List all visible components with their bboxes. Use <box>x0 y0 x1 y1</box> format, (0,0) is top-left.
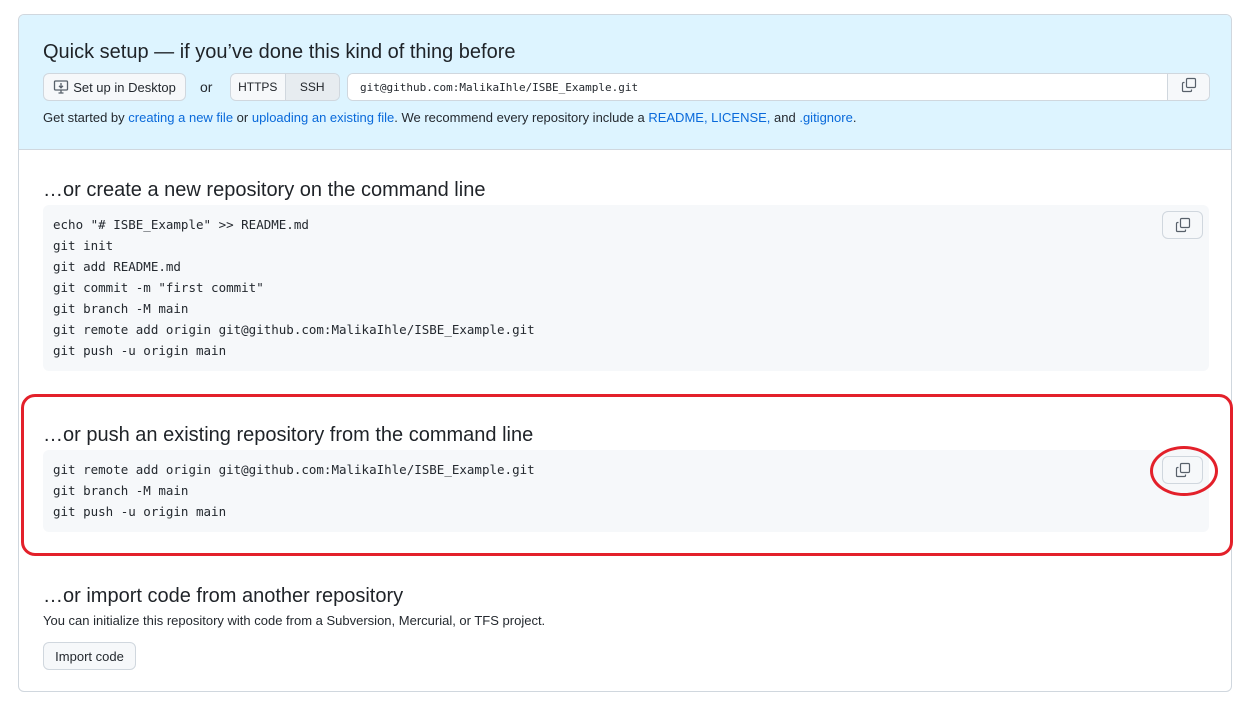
import-description: You can initialize this repository with … <box>43 613 546 628</box>
setup-in-desktop-button[interactable]: Set up in Desktop <box>43 73 186 101</box>
copy-url-button[interactable] <box>1167 74 1209 100</box>
upload-existing-file-link[interactable]: uploading an existing file <box>252 110 394 125</box>
new-repo-code: echo "# ISBE_Example" >> README.md git i… <box>53 217 535 358</box>
push-existing-code: git remote add origin git@github.com:Mal… <box>53 462 535 519</box>
or-label: or <box>200 79 213 95</box>
get-started-suffix: . <box>852 110 857 125</box>
protocol-switch: HTTPS SSH <box>230 73 340 101</box>
import-title: …or import code from another repository <box>43 585 404 607</box>
quick-setup-panel: Quick setup — if you’ve done this kind o… <box>19 15 1231 150</box>
gitignore-link[interactable]: .gitignore <box>799 110 852 125</box>
copy-icon <box>1181 77 1197 98</box>
clone-url-group <box>347 73 1210 101</box>
copy-push-existing-button[interactable] <box>1162 456 1203 484</box>
copy-icon <box>1175 217 1191 233</box>
copy-new-repo-button[interactable] <box>1162 211 1203 239</box>
push-existing-title: …or push an existing repository from the… <box>43 424 534 446</box>
empty-repo-setup-box: Quick setup — if you’ve done this kind o… <box>18 14 1232 692</box>
readme-license-link[interactable]: README, LICENSE, <box>648 110 770 125</box>
import-code-button[interactable]: Import code <box>43 642 136 670</box>
get-started-or: or <box>233 110 252 125</box>
import-code-label: Import code <box>55 648 124 664</box>
new-repo-title: …or create a new repository on the comma… <box>43 179 486 201</box>
push-existing-code-block: git remote add origin git@github.com:Mal… <box>43 450 1209 532</box>
get-started-middle: . We recommend every repository include … <box>394 110 649 125</box>
new-repo-code-block: echo "# ISBE_Example" >> README.md git i… <box>43 205 1209 371</box>
quick-setup-title: Quick setup — if you’ve done this kind o… <box>43 41 516 63</box>
create-new-file-link[interactable]: creating a new file <box>128 110 233 125</box>
get-started-text: Get started by creating a new file or up… <box>43 110 856 125</box>
setup-in-desktop-label: Set up in Desktop <box>73 79 176 95</box>
clone-url-input[interactable] <box>348 74 1168 100</box>
desktop-download-icon <box>53 79 69 95</box>
get-started-and: and <box>770 110 800 125</box>
copy-icon <box>1175 462 1191 478</box>
https-tab[interactable]: HTTPS <box>231 74 286 100</box>
get-started-prefix: Get started by <box>43 110 129 125</box>
ssh-tab[interactable]: SSH <box>285 74 339 100</box>
